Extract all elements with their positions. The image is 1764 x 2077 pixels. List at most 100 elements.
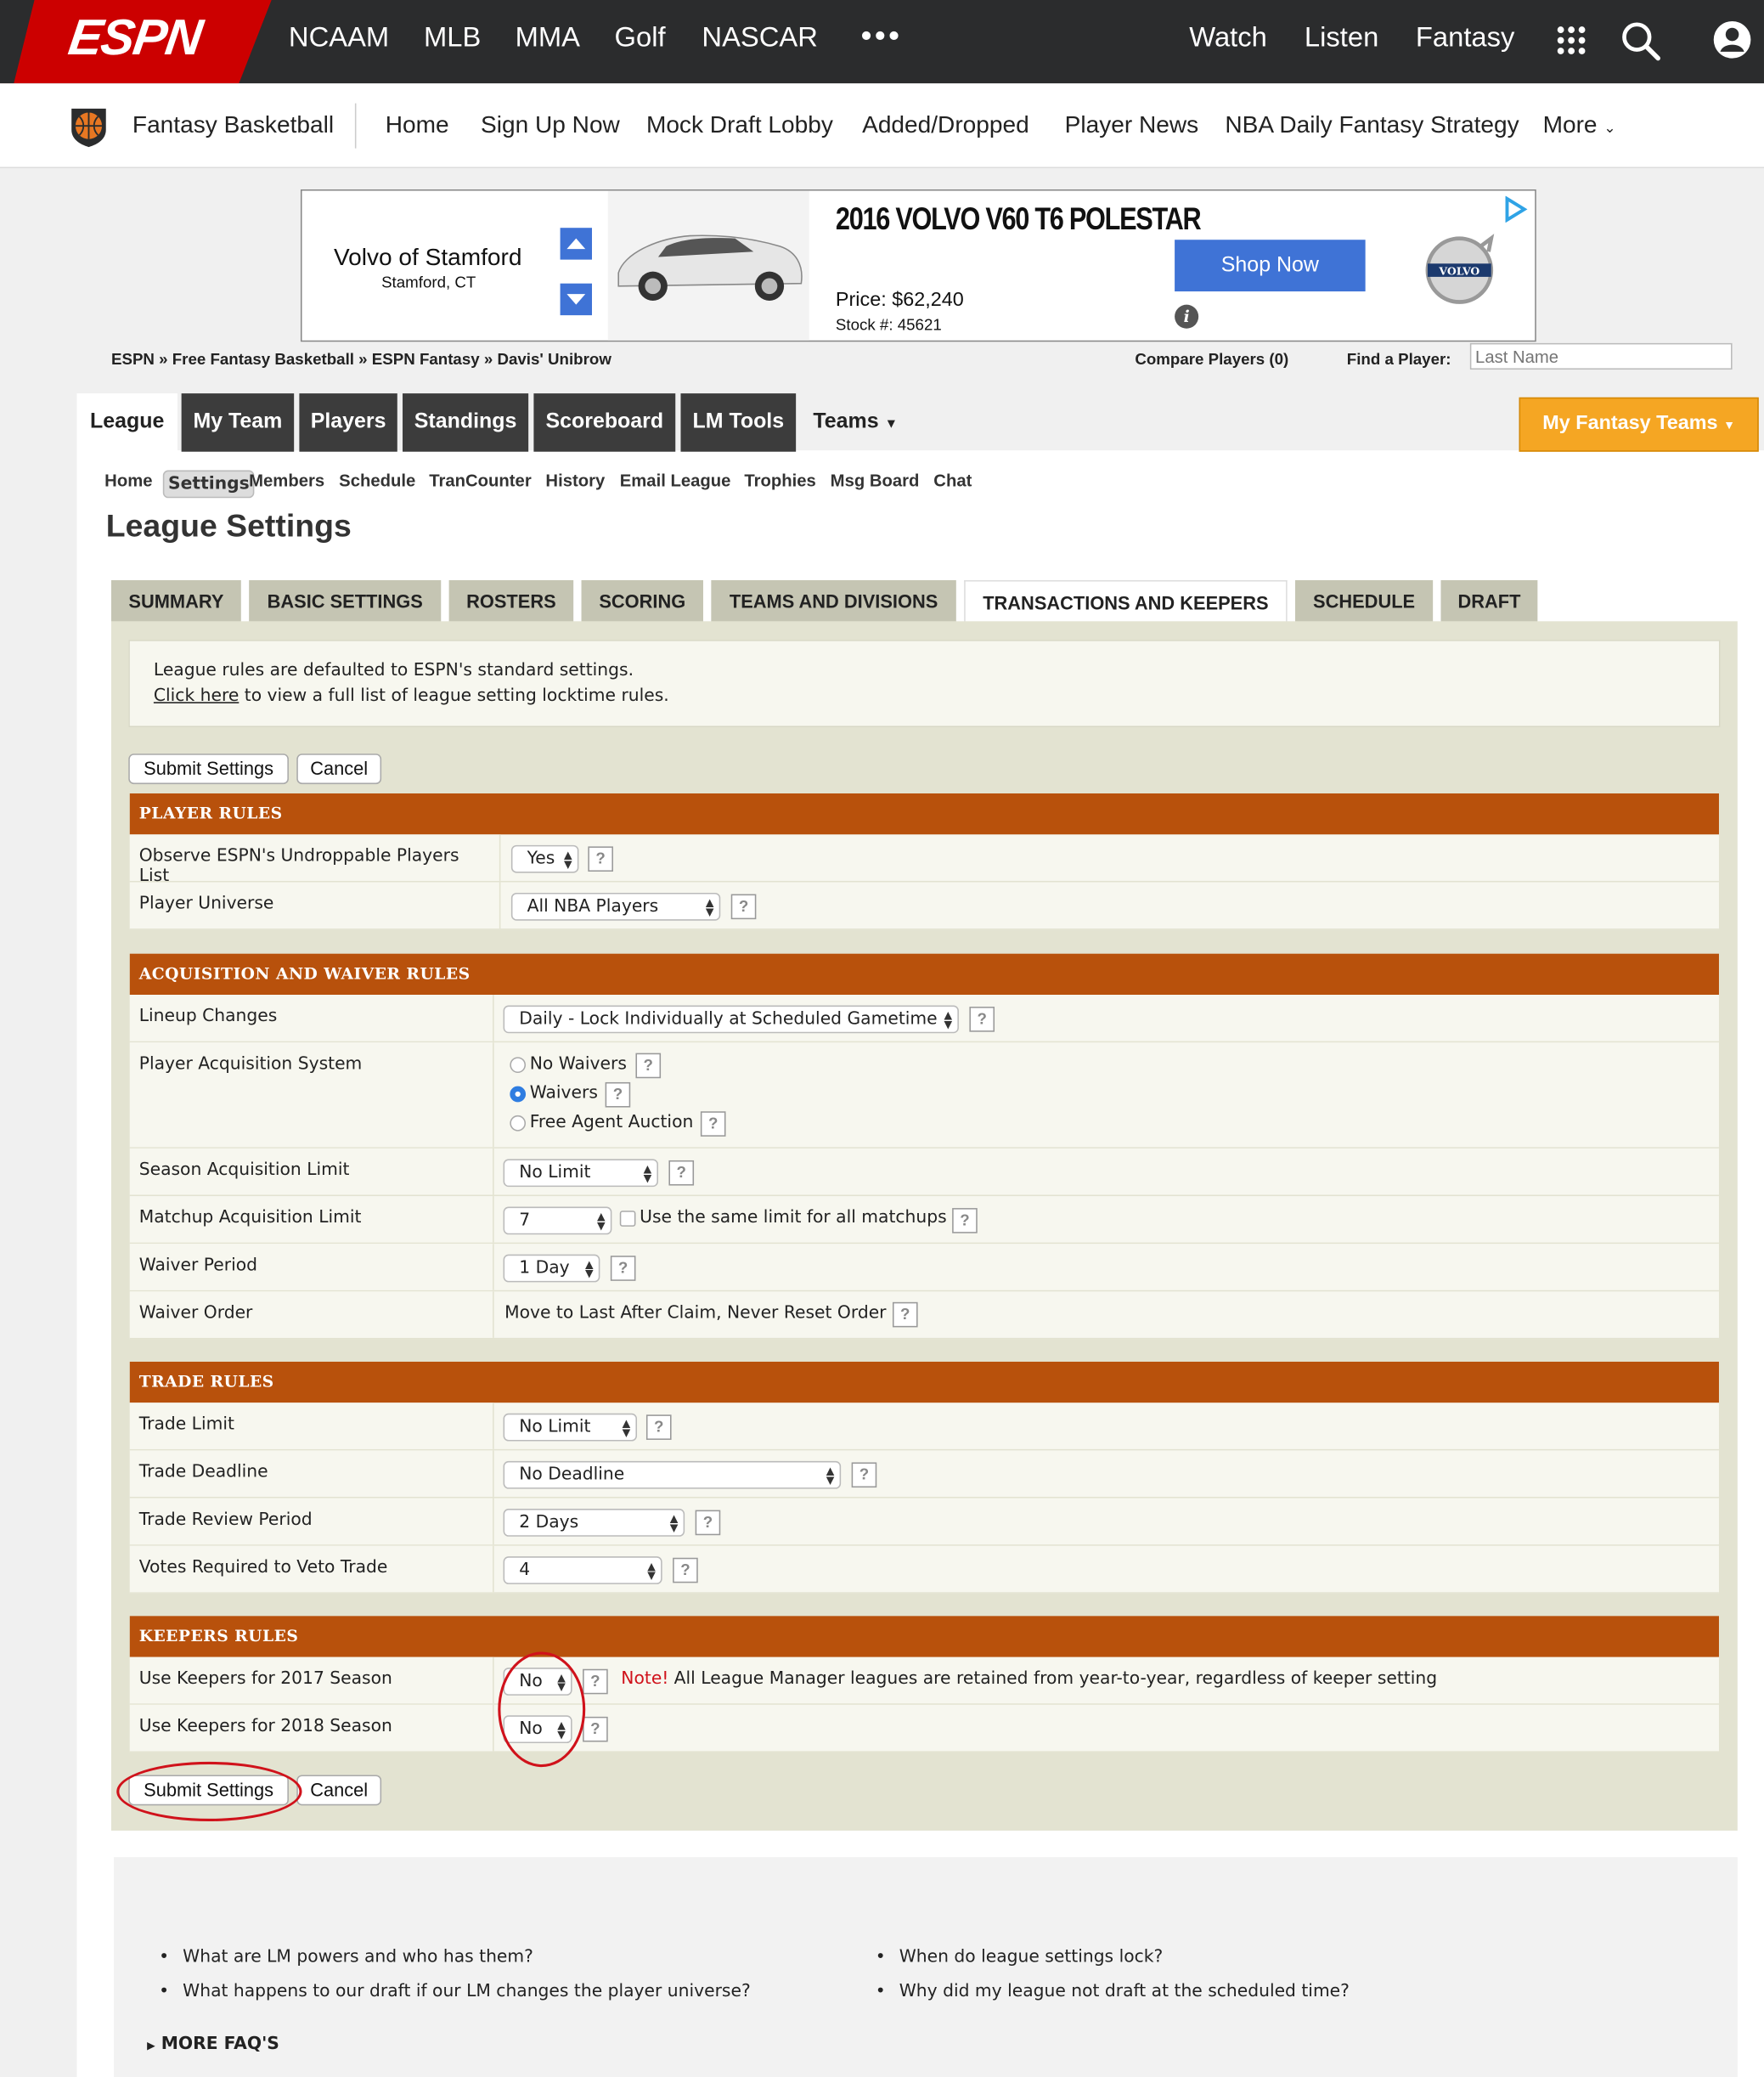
nav-mlb[interactable]: MLB — [424, 23, 481, 54]
subtab-msg-board[interactable]: Msg Board — [831, 471, 920, 490]
help-icon[interactable]: ? — [583, 1716, 608, 1742]
more-dots-icon[interactable]: ••• — [861, 19, 903, 56]
locktime-rules-link[interactable]: Click here — [154, 686, 239, 706]
radio-waivers[interactable] — [510, 1086, 527, 1103]
user-account-icon[interactable] — [1712, 20, 1752, 59]
select-trade-deadline[interactable]: No Deadline ▲ ▼ — [503, 1460, 842, 1489]
adchoices-icon[interactable] — [1502, 195, 1528, 223]
settings-tab-draft[interactable]: DRAFT — [1440, 579, 1538, 623]
select-player-universe[interactable]: All NBA Players ▲ ▼ — [510, 892, 721, 921]
brand-fantasy-basketball[interactable]: Fantasy Basketball — [132, 111, 334, 139]
ad-shop-now-button[interactable]: Shop Now — [1175, 240, 1366, 292]
row-veto-votes: Votes Required to Veto Trade 4 ▲ ▼ ? — [129, 1545, 1719, 1594]
nav-ncaam[interactable]: NCAAM — [289, 23, 389, 54]
submit-settings-button-top[interactable]: Submit Settings — [128, 753, 289, 785]
subtab-email-league[interactable]: Email League — [620, 471, 731, 490]
help-icon[interactable]: ? — [892, 1301, 918, 1328]
help-icon[interactable]: ? — [851, 1462, 877, 1488]
apps-grid-icon[interactable] — [1557, 26, 1586, 55]
settings-tab-rosters[interactable]: ROSTERS — [448, 579, 574, 623]
settings-tab-transactions-keepers[interactable]: TRANSACTIONS AND KEEPERS — [964, 579, 1288, 624]
ad-arrow-down-button[interactable] — [560, 283, 593, 316]
help-icon[interactable]: ? — [583, 1668, 608, 1695]
subnav-more[interactable]: More ⌄ — [1543, 111, 1616, 139]
help-icon[interactable]: ? — [605, 1081, 631, 1108]
cancel-button-bottom[interactable]: Cancel — [296, 1775, 382, 1806]
subnav-home[interactable]: Home — [386, 111, 449, 139]
select-veto-votes[interactable]: 4 ▲ ▼ — [503, 1556, 662, 1584]
faq-item[interactable]: When do league settings lock? — [876, 1947, 1164, 1967]
help-icon[interactable]: ? — [952, 1208, 978, 1233]
tab-players[interactable]: Players — [299, 393, 397, 452]
subnav-added-dropped[interactable]: Added/Dropped — [862, 111, 1029, 139]
nav-golf[interactable]: Golf — [615, 23, 666, 54]
help-icon[interactable]: ? — [700, 1111, 726, 1137]
compare-players-link[interactable]: Compare Players (0) — [1135, 350, 1288, 369]
radio-no-waivers[interactable] — [510, 1057, 527, 1074]
breadcrumb[interactable]: ESPN » Free Fantasy Basketball » ESPN Fa… — [111, 350, 611, 369]
tab-standings[interactable]: Standings — [403, 393, 529, 452]
radio-free-agent-auction[interactable] — [510, 1115, 527, 1132]
nav-nascar[interactable]: NASCAR — [702, 23, 817, 54]
nav-watch[interactable]: Watch — [1189, 23, 1267, 54]
find-player-input[interactable] — [1469, 342, 1733, 370]
more-faqs-link[interactable]: ▶ MORE FAQ'S — [147, 2035, 279, 2054]
search-icon[interactable] — [1621, 21, 1661, 61]
help-icon[interactable]: ? — [730, 894, 757, 920]
subtab-trancounter[interactable]: TranCounter — [429, 471, 532, 490]
select-trade-limit[interactable]: No Limit ▲ ▼ — [503, 1413, 638, 1442]
subtab-home[interactable]: Home — [104, 471, 152, 490]
subtab-trophies[interactable]: Trophies — [744, 471, 815, 490]
help-icon[interactable]: ? — [673, 1557, 698, 1583]
subtab-schedule[interactable]: Schedule — [339, 471, 415, 490]
help-icon[interactable]: ? — [969, 1007, 995, 1032]
settings-tab-summary[interactable]: SUMMARY — [110, 579, 241, 623]
nav-listen[interactable]: Listen — [1305, 23, 1378, 54]
help-icon[interactable]: ? — [635, 1053, 662, 1079]
select-season-acquisition-limit[interactable]: No Limit ▲ ▼ — [503, 1159, 658, 1188]
settings-tab-scoring[interactable]: SCORING — [581, 579, 703, 623]
help-icon[interactable]: ? — [588, 846, 613, 872]
tab-teams[interactable]: Teams ▼ — [813, 393, 919, 452]
cancel-button-top[interactable]: Cancel — [296, 753, 382, 785]
subnav-sign-up[interactable]: Sign Up Now — [481, 111, 620, 139]
subtab-settings[interactable]: Settings — [162, 470, 255, 499]
faq-item[interactable]: What are LM powers and who has them? — [159, 1947, 533, 1967]
subnav-nba-daily-fantasy[interactable]: NBA Daily Fantasy Strategy — [1225, 111, 1519, 139]
help-icon[interactable]: ? — [645, 1414, 672, 1440]
nav-fantasy[interactable]: Fantasy — [1416, 23, 1514, 54]
tab-scoreboard[interactable]: Scoreboard — [533, 393, 676, 452]
subtab-chat[interactable]: Chat — [933, 471, 972, 490]
tab-league[interactable]: League — [76, 393, 178, 452]
subnav-player-news[interactable]: Player News — [1065, 111, 1199, 139]
ad-arrow-up-button[interactable] — [560, 228, 593, 260]
settings-tab-schedule[interactable]: SCHEDULE — [1294, 579, 1434, 623]
help-icon[interactable]: ? — [610, 1256, 636, 1281]
select-lineup-changes[interactable]: Daily - Lock Individually at Scheduled G… — [503, 1005, 959, 1034]
ad-info-icon[interactable]: i — [1175, 304, 1199, 329]
checkbox-same-limit[interactable] — [619, 1211, 636, 1227]
select-matchup-acquisition-limit[interactable]: 7 ▲ ▼ — [503, 1206, 612, 1235]
subtab-history[interactable]: History — [545, 471, 605, 490]
tab-my-team[interactable]: My Team — [181, 393, 295, 452]
subtab-members[interactable]: Members — [249, 471, 324, 490]
faq-item[interactable]: What happens to our draft if our LM chan… — [159, 1982, 751, 2001]
faq-item[interactable]: Why did my league not draft at the sched… — [876, 1982, 1350, 2001]
help-icon[interactable]: ? — [695, 1510, 721, 1536]
select-undroppable-list[interactable]: Yes ▲ ▼ — [510, 844, 579, 873]
nav-mma[interactable]: MMA — [516, 23, 580, 54]
tab-lm-tools[interactable]: LM Tools — [680, 393, 797, 452]
espn-logo[interactable]: ESPN — [65, 10, 205, 67]
my-fantasy-teams-button[interactable]: My Fantasy Teams ▼ — [1519, 397, 1759, 452]
help-icon[interactable]: ? — [668, 1160, 695, 1186]
subnav-mock-draft-lobby[interactable]: Mock Draft Lobby — [646, 111, 833, 139]
section-trade-rules: TRADE RULES — [129, 1361, 1719, 1403]
settings-tab-teams-divisions[interactable]: TEAMS AND DIVISIONS — [711, 579, 956, 623]
basketball-icon[interactable] — [66, 104, 111, 149]
volvo-ad-banner[interactable]: Volvo of Stamford Stamford, CT 2016 VOLV… — [300, 189, 1536, 342]
ad-stock: Stock #: 45621 — [835, 315, 942, 334]
settings-tab-basic[interactable]: BASIC SETTINGS — [249, 579, 442, 623]
select-trade-review-period[interactable]: 2 Days ▲ ▼ — [503, 1509, 685, 1537]
select-waiver-period[interactable]: 1 Day ▲ ▼ — [503, 1254, 600, 1283]
row-lineup-changes: Lineup Changes Daily - Lock Individually… — [129, 995, 1719, 1043]
